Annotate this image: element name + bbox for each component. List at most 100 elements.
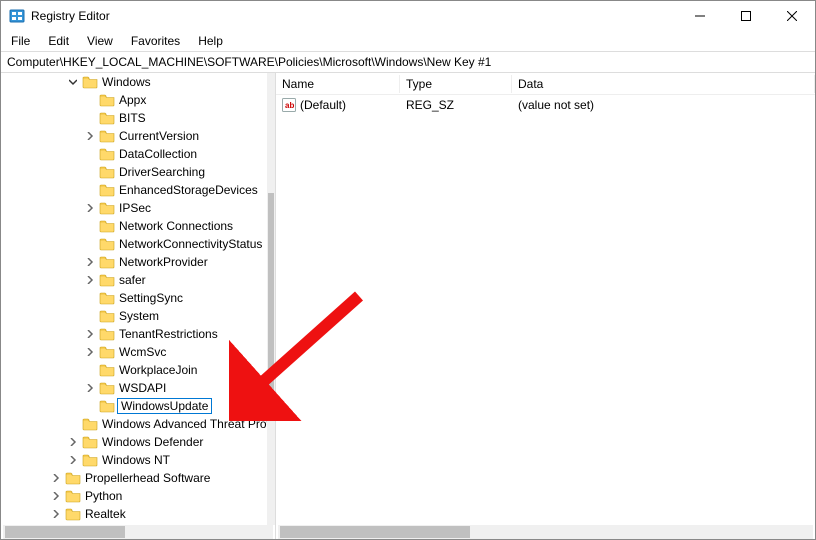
col-name[interactable]: Name bbox=[276, 75, 400, 93]
folder-icon bbox=[99, 381, 115, 395]
col-type[interactable]: Type bbox=[400, 75, 512, 93]
tree-item[interactable]: Realtek bbox=[1, 505, 275, 523]
menu-edit[interactable]: Edit bbox=[48, 34, 69, 48]
regedit-icon bbox=[9, 8, 25, 24]
expander-empty[interactable] bbox=[83, 309, 97, 323]
folder-icon bbox=[99, 327, 115, 341]
tree-item-label: NetworkProvider bbox=[117, 255, 210, 269]
close-button[interactable] bbox=[769, 1, 815, 31]
registry-editor-window: Registry Editor File Edit View Favorites… bbox=[0, 0, 816, 540]
tree-item[interactable]: Network Connections bbox=[1, 217, 275, 235]
expander-empty[interactable] bbox=[66, 417, 80, 431]
expander-empty[interactable] bbox=[83, 111, 97, 125]
tree-item[interactable]: CurrentVersion bbox=[1, 127, 275, 145]
menu-file[interactable]: File bbox=[11, 34, 30, 48]
value-data: (value not set) bbox=[512, 96, 815, 114]
menu-help[interactable]: Help bbox=[198, 34, 223, 48]
tree-item-label: Windows NT bbox=[100, 453, 172, 467]
value-list-pane: Name Type Data (Default)REG_SZ(value not… bbox=[276, 73, 815, 539]
folder-icon bbox=[99, 111, 115, 125]
chevron-right-icon[interactable] bbox=[83, 345, 97, 359]
expander-empty[interactable] bbox=[83, 219, 97, 233]
expander-empty[interactable] bbox=[83, 399, 97, 413]
tree-item[interactable]: WorkplaceJoin bbox=[1, 361, 275, 379]
folder-icon bbox=[99, 165, 115, 179]
tree-item[interactable]: EnhancedStorageDevices bbox=[1, 181, 275, 199]
tree-item[interactable]: WSDAPI bbox=[1, 379, 275, 397]
folder-icon bbox=[99, 309, 115, 323]
title-left: Registry Editor bbox=[9, 8, 110, 24]
folder-icon bbox=[99, 237, 115, 251]
maximize-button[interactable] bbox=[723, 1, 769, 31]
tree-item[interactable]: Python bbox=[1, 487, 275, 505]
expander-empty[interactable] bbox=[83, 183, 97, 197]
tree-item[interactable]: Propellerhead Software bbox=[1, 469, 275, 487]
body: WindowsAppx BITS CurrentVersionDataCollect… bbox=[1, 73, 815, 539]
tree-item[interactable]: Appx bbox=[1, 91, 275, 109]
tree-item[interactable]: IPSec bbox=[1, 199, 275, 217]
tree-item[interactable]: BITS bbox=[1, 109, 275, 127]
list-body[interactable]: (Default)REG_SZ(value not set) bbox=[276, 95, 815, 115]
tree-horizontal-scrollbar[interactable] bbox=[3, 525, 273, 539]
chevron-right-icon[interactable] bbox=[83, 129, 97, 143]
address-bar[interactable]: Computer\HKEY_LOCAL_MACHINE\SOFTWARE\Pol… bbox=[1, 51, 815, 73]
value-name-cell: (Default) bbox=[276, 96, 400, 114]
list-horizontal-scrollbar[interactable] bbox=[278, 525, 813, 539]
folder-icon bbox=[82, 435, 98, 449]
chevron-right-icon[interactable] bbox=[66, 435, 80, 449]
folder-icon bbox=[82, 417, 98, 431]
value-row[interactable]: (Default)REG_SZ(value not set) bbox=[276, 95, 815, 115]
minimize-button[interactable] bbox=[677, 1, 723, 31]
expander-empty[interactable] bbox=[83, 237, 97, 251]
menu-view[interactable]: View bbox=[87, 34, 113, 48]
tree-item[interactable]: DataCollection bbox=[1, 145, 275, 163]
tree-item[interactable]: Windows NT bbox=[1, 451, 275, 469]
chevron-right-icon[interactable] bbox=[49, 489, 63, 503]
chevron-right-icon[interactable] bbox=[83, 201, 97, 215]
tree-item[interactable]: Windows Defender bbox=[1, 433, 275, 451]
tree-item[interactable]: System bbox=[1, 307, 275, 325]
menubar: File Edit View Favorites Help bbox=[1, 31, 815, 51]
tree-item-label: Python bbox=[83, 489, 124, 503]
tree-item-label: NetworkConnectivityStatus bbox=[117, 237, 264, 251]
tree-item[interactable]: SettingSync bbox=[1, 289, 275, 307]
tree-vertical-scrollbar[interactable] bbox=[267, 73, 275, 525]
folder-icon bbox=[99, 93, 115, 107]
chevron-right-icon[interactable] bbox=[83, 273, 97, 287]
tree-item[interactable]: DriverSearching bbox=[1, 163, 275, 181]
chevron-right-icon[interactable] bbox=[83, 381, 97, 395]
chevron-right-icon[interactable] bbox=[49, 507, 63, 521]
tree-item-label: safer bbox=[117, 273, 148, 287]
folder-icon bbox=[82, 453, 98, 467]
tree-item-label: Realtek bbox=[83, 507, 128, 521]
tree-item-label: BITS bbox=[117, 111, 148, 125]
chevron-right-icon[interactable] bbox=[49, 471, 63, 485]
tree-item[interactable]: TenantRestrictions bbox=[1, 325, 275, 343]
list-header[interactable]: Name Type Data bbox=[276, 73, 815, 95]
menu-favorites[interactable]: Favorites bbox=[131, 34, 180, 48]
tree-item[interactable]: NetworkProvider bbox=[1, 253, 275, 271]
expander-empty[interactable] bbox=[83, 291, 97, 305]
chevron-right-icon[interactable] bbox=[83, 327, 97, 341]
chevron-right-icon[interactable] bbox=[66, 453, 80, 467]
tree-item[interactable]: Windows Advanced Threat Protection bbox=[1, 415, 275, 433]
tree-item-label-editing[interactable]: WindowsUpdate bbox=[117, 398, 212, 414]
expander-empty[interactable] bbox=[83, 363, 97, 377]
tree-item[interactable]: WindowsUpdate bbox=[1, 397, 275, 415]
folder-icon bbox=[99, 273, 115, 287]
tree-item-label: WSDAPI bbox=[117, 381, 168, 395]
expander-empty[interactable] bbox=[83, 165, 97, 179]
titlebar[interactable]: Registry Editor bbox=[1, 1, 815, 31]
tree-item[interactable]: WcmSvc bbox=[1, 343, 275, 361]
tree-item[interactable]: safer bbox=[1, 271, 275, 289]
folder-icon bbox=[99, 201, 115, 215]
chevron-right-icon[interactable] bbox=[83, 255, 97, 269]
tree-item[interactable]: NetworkConnectivityStatus bbox=[1, 235, 275, 253]
registry-tree[interactable]: WindowsAppx BITS CurrentVersionDataCollect… bbox=[1, 73, 275, 525]
chevron-down-icon[interactable] bbox=[66, 75, 80, 89]
expander-empty[interactable] bbox=[83, 147, 97, 161]
expander-empty[interactable] bbox=[83, 93, 97, 107]
tree-item-label: Windows Advanced Threat Protection bbox=[100, 417, 275, 431]
tree-item[interactable]: Windows bbox=[1, 73, 275, 91]
col-data[interactable]: Data bbox=[512, 75, 815, 93]
